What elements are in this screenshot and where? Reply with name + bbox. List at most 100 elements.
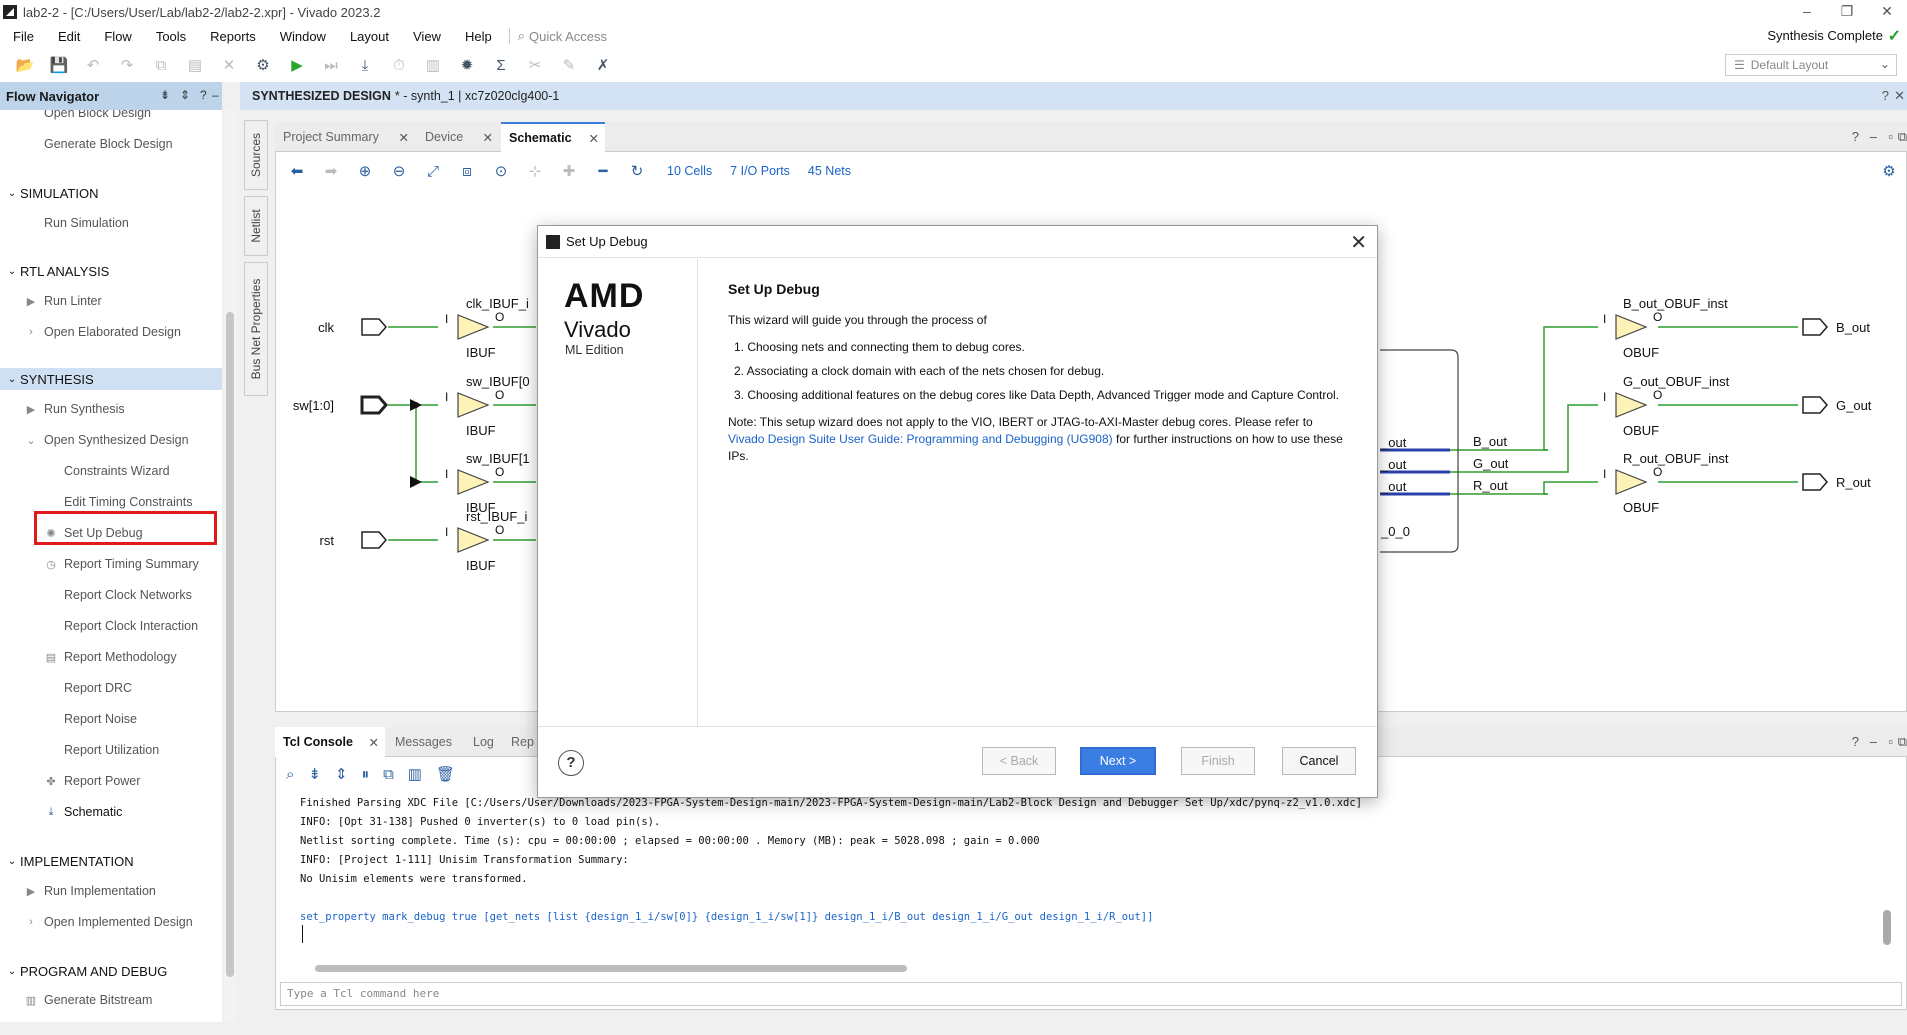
- instance-label[interactable]: clk_IBUF_i: [466, 296, 529, 311]
- collapse-all-icon[interactable]: ⇟: [160, 88, 170, 102]
- menu-file[interactable]: File: [0, 29, 45, 44]
- layout-select[interactable]: ☰ Default Layout ⌄: [1725, 54, 1897, 76]
- float-panel-icon[interactable]: ⧉: [1898, 734, 1907, 750]
- instance-label[interactable]: R_out_OBUF_inst: [1623, 451, 1729, 466]
- menu-tools[interactable]: Tools: [143, 29, 197, 44]
- console-vscroll-thumb[interactable]: [1883, 910, 1891, 945]
- close-icon[interactable]: ✕: [369, 735, 379, 750]
- restore-icon[interactable]: ❐: [1827, 0, 1867, 24]
- port-label[interactable]: rst: [320, 533, 335, 548]
- nav-report-noise[interactable]: Report Noise: [44, 708, 137, 730]
- port-label[interactable]: B_out: [1836, 320, 1870, 335]
- nav-report-power[interactable]: ✤ Report Power: [44, 770, 140, 792]
- tab-project-summary[interactable]: Project Summary ✕: [275, 122, 415, 152]
- nav-run-implementation[interactable]: ▶ Run Implementation: [24, 880, 156, 902]
- nav-report-clock-networks[interactable]: Report Clock Networks: [44, 584, 192, 606]
- zoom-selection-icon[interactable]: ⧈: [455, 159, 479, 183]
- help-icon[interactable]: ?: [1852, 129, 1859, 144]
- debug-tool-icon[interactable]: ✗: [590, 52, 616, 78]
- settings-icon[interactable]: ✹: [454, 52, 480, 78]
- center-icon[interactable]: ⊹: [523, 159, 547, 183]
- minimize-icon[interactable]: –: [1787, 0, 1827, 24]
- sigma-icon[interactable]: Σ: [488, 52, 514, 78]
- help-icon[interactable]: ?: [558, 750, 584, 776]
- tab-tcl-console[interactable]: Tcl Console ✕: [275, 727, 385, 757]
- nav-open-block-design[interactable]: Open Block Design: [44, 110, 151, 124]
- report-icon[interactable]: ▥: [420, 52, 446, 78]
- tab-device[interactable]: Device ✕: [417, 122, 499, 152]
- target-icon[interactable]: ⊙: [489, 159, 513, 183]
- refresh-icon[interactable]: ↻: [625, 159, 649, 183]
- console-hscroll-thumb[interactable]: [315, 965, 907, 972]
- nav-constraints-wizard[interactable]: Constraints Wizard: [44, 460, 170, 482]
- copy-icon[interactable]: ⧉: [148, 52, 174, 78]
- menu-help[interactable]: Help: [452, 29, 503, 44]
- net-label[interactable]: G_out: [1473, 456, 1509, 471]
- pause-icon[interactable]: ⏸: [362, 766, 370, 783]
- tab-schematic[interactable]: Schematic ✕: [501, 122, 605, 152]
- menu-view[interactable]: View: [400, 29, 452, 44]
- timer-icon[interactable]: ⏱: [386, 52, 412, 78]
- expand-all-icon[interactable]: ⇕: [180, 88, 190, 102]
- next-button[interactable]: Next >: [1080, 747, 1156, 775]
- nav-generate-block-design[interactable]: Generate Block Design: [44, 133, 173, 155]
- nav-section-rtl-analysis[interactable]: ⌄ RTL ANALYSIS: [0, 260, 222, 282]
- close-icon[interactable]: ✕: [399, 130, 409, 145]
- nav-run-linter[interactable]: ▶ Run Linter: [24, 290, 102, 312]
- paste-icon[interactable]: ▤: [182, 52, 208, 78]
- trash-icon[interactable]: 🗑: [436, 765, 455, 783]
- nets-count-link[interactable]: 45 Nets: [808, 164, 851, 178]
- net-label[interactable]: R_out: [1473, 478, 1508, 493]
- nav-section-program-debug[interactable]: ⌄ PROGRAM AND DEBUG: [0, 960, 222, 982]
- net-label[interactable]: B_out: [1473, 434, 1507, 449]
- nav-open-elaborated-design[interactable]: › Open Elaborated Design: [24, 321, 181, 343]
- program-device-icon[interactable]: ⤓: [352, 52, 378, 78]
- auto-connect-icon[interactable]: ⚙: [250, 52, 276, 78]
- copy-icon[interactable]: ⧉: [383, 766, 394, 783]
- run-icon[interactable]: ▶: [284, 52, 310, 78]
- columns-icon[interactable]: ▥: [408, 765, 422, 783]
- help-icon[interactable]: ?: [200, 88, 207, 102]
- port-label[interactable]: R_out: [1836, 475, 1871, 490]
- io-ports-count-link[interactable]: 7 I/O Ports: [730, 164, 790, 178]
- cancel-run-icon[interactable]: ✂: [522, 52, 548, 78]
- nav-report-methodology[interactable]: ▤ Report Methodology: [44, 646, 177, 668]
- delete-icon[interactable]: ✕: [216, 52, 242, 78]
- menu-layout[interactable]: Layout: [337, 29, 400, 44]
- zoom-out-icon[interactable]: ⊖: [387, 159, 411, 183]
- quick-access-search[interactable]: ⌕ Quick Access: [508, 28, 607, 44]
- nav-report-timing-summary[interactable]: ◷ Report Timing Summary: [44, 553, 199, 575]
- tcl-command-input[interactable]: Type a Tcl command here: [280, 982, 1902, 1006]
- search-icon[interactable]: ⌕: [286, 766, 294, 783]
- collapse-icon[interactable]: ━: [591, 159, 615, 183]
- instance-label[interactable]: sw_IBUF[1: [466, 451, 530, 466]
- nav-edit-timing-constraints[interactable]: Edit Timing Constraints: [44, 491, 193, 513]
- instance-label[interactable]: B_out_OBUF_inst: [1623, 296, 1728, 311]
- nav-report-utilization[interactable]: Report Utilization: [44, 739, 159, 761]
- collapse-all-icon[interactable]: ⇟: [308, 765, 321, 783]
- nav-schematic[interactable]: ⤓ Schematic: [44, 801, 123, 823]
- close-icon[interactable]: ✕: [589, 131, 599, 146]
- expand-all-icon[interactable]: ⇕: [335, 765, 348, 783]
- close-icon[interactable]: ✕: [1350, 230, 1367, 255]
- nav-generate-bitstream[interactable]: ▥ Generate Bitstream: [24, 989, 153, 1011]
- minimize-panel-icon[interactable]: –: [1870, 129, 1877, 144]
- help-icon[interactable]: ?: [1882, 88, 1889, 103]
- float-panel-icon[interactable]: ⧉: [1898, 129, 1907, 145]
- back-arrow-icon[interactable]: ⬅: [285, 159, 309, 183]
- back-button[interactable]: < Back: [982, 747, 1056, 775]
- cancel-button[interactable]: Cancel: [1282, 747, 1356, 775]
- zoom-fit-icon[interactable]: ⤢: [421, 159, 445, 183]
- redo-icon[interactable]: ↷: [114, 52, 140, 78]
- step-icon[interactable]: ⏭: [318, 52, 344, 78]
- close-icon[interactable]: ✕: [483, 130, 493, 145]
- zoom-in-icon[interactable]: ⊕: [353, 159, 377, 183]
- tab-netlist[interactable]: Netlist: [244, 196, 268, 256]
- maximize-panel-icon[interactable]: ▫: [1888, 129, 1893, 144]
- nav-report-drc[interactable]: Report DRC: [44, 677, 132, 699]
- menu-edit[interactable]: Edit: [45, 29, 91, 44]
- menu-reports[interactable]: Reports: [197, 29, 267, 44]
- finish-button[interactable]: Finish: [1181, 747, 1255, 775]
- expand-icon[interactable]: ✚: [557, 159, 581, 183]
- nav-open-synthesized-design[interactable]: ⌄ Open Synthesized Design: [24, 429, 188, 451]
